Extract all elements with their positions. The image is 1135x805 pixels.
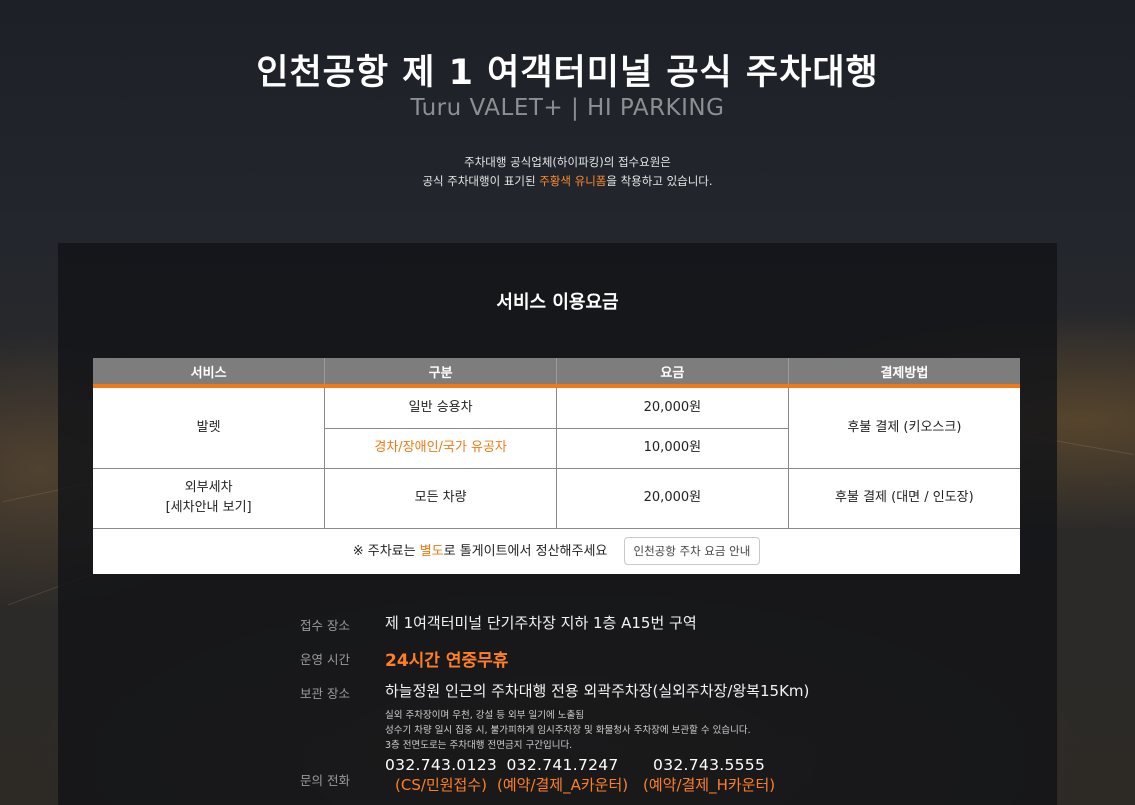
pricing-table: 서비스 구분 요금 결제방법 발렛 일반 승용차 20,000원 후불 결제 (… (93, 358, 1020, 574)
phone-desc: (예약/결제_H카운터) (643, 776, 776, 794)
wash-service-label: 외부세차 (184, 480, 233, 495)
pricing-title: 서비스 이용요금 (496, 292, 619, 313)
info-value-hours: 24시간 연중무휴 (385, 651, 509, 671)
table-header-row: 서비스 구분 요금 결제방법 (93, 358, 1020, 388)
cell-payment: 후불 결제 (대면 / 인도장) (787, 467, 1020, 529)
info-label: 보관 장소 (300, 686, 350, 701)
notice-text: 공식 주차대행이 표기된 (422, 174, 540, 188)
cell-fee: 10,000원 (556, 427, 789, 469)
info-value: 제 1여객터미널 단기주차장 지하 1층 A15번 구역 (385, 614, 697, 632)
cell-service-wash: 외부세차 [세차안내 보기] (93, 467, 326, 529)
phone-counter-a[interactable]: 032.741.7247 (예약/결제_A카운터) (497, 756, 628, 795)
brand-subtitle: Turu VALET+ | HI PARKING (410, 95, 725, 121)
phone-number: 032.741.7247 (506, 756, 619, 774)
table-row: ※ 주차료는 별도로 톨게이트에서 정산해주세요 인천공항 주차 요금 안내 (93, 527, 1020, 574)
cell-category: 모든 차량 (324, 467, 557, 529)
page-content: 인천공항 제 1 여객터미널 공식 주차대행 Turu VALET+ | HI … (0, 0, 1135, 805)
cell-fee: 20,000원 (556, 467, 789, 529)
notice-highlight: 주황색 유니폼 (539, 174, 607, 188)
table-row: 외부세차 [세차안내 보기] 모든 차량 20,000원 후불 결제 (대면 /… (93, 467, 1020, 529)
page-title: 인천공항 제 1 여객터미널 공식 주차대행 (256, 53, 879, 93)
note-text: 로 톨게이트에서 정산해주세요 (443, 544, 608, 560)
storage-note: 3층 전면도로는 주차대행 전면금지 구간입니다. (385, 740, 573, 751)
phone-counter-h[interactable]: 032.743.5555 (예약/결제_H카운터) (643, 756, 775, 795)
info-value: 하늘정원 인근의 주차대행 전용 외곽주차장(실외주차장/왕복15Km) (385, 682, 810, 700)
header-payment: 결제방법 (788, 358, 1020, 388)
cell-fee: 20,000원 (556, 385, 789, 429)
notice-line-2: 공식 주차대행이 표기된 주황색 유니폼을 착용하고 있습니다. (0, 172, 1135, 191)
cell-category: 일반 승용차 (324, 385, 557, 429)
info-label: 운영 시간 (300, 652, 350, 667)
info-label: 접수 장소 (300, 618, 350, 633)
phone-cs[interactable]: 032.743.0123 (CS/민원접수) (385, 756, 497, 795)
cell-payment: 후불 결제 (키오스크) (787, 385, 1020, 469)
wash-guide-link[interactable]: [세차안내 보기] (93, 498, 324, 518)
uniform-notice: 주차대행 공식업체(하이파킹)의 접수요원은 공식 주차대행이 표기된 주황색 … (0, 153, 1135, 191)
storage-note: 성수기 차량 일시 집중 시, 불가피하게 임시주차장 및 화물청사 주차장에 … (385, 725, 751, 736)
header-category: 구분 (324, 358, 557, 388)
phone-desc: (CS/민원접수) (395, 776, 488, 794)
phone-number: 032.743.5555 (653, 756, 766, 774)
notice-line-1: 주차대행 공식업체(하이파킹)의 접수요원은 (464, 155, 671, 169)
cell-service-valet: 발렛 (93, 385, 326, 469)
parking-fee-note: ※ 주차료는 별도로 톨게이트에서 정산해주세요 인천공항 주차 요금 안내 (93, 527, 1020, 574)
parking-fee-info-button[interactable]: 인천공항 주차 요금 안내 (623, 537, 761, 566)
info-label: 문의 전화 (300, 773, 350, 788)
table-row: 발렛 일반 승용차 20,000원 후불 결제 (키오스크) (93, 385, 1020, 469)
notice-text: 을 착용하고 있습니다. (606, 174, 713, 188)
storage-note: 실외 주차장이며 우천, 강설 등 외부 일기에 노출됨 (385, 710, 584, 721)
note-highlight: 별도 (419, 544, 444, 560)
cell-category-discount: 경차/장애인/국가 유공자 (324, 427, 557, 469)
storage-notes: 실외 주차장이며 우천, 강설 등 외부 일기에 노출됨 성수기 차량 일시 집… (385, 708, 751, 753)
header-fee: 요금 (556, 358, 789, 388)
phone-desc: (예약/결제_A카운터) (497, 776, 629, 794)
note-text: ※ 주차료는 (352, 544, 420, 560)
header-service: 서비스 (93, 358, 326, 388)
phone-number: 032.743.0123 (385, 756, 498, 774)
